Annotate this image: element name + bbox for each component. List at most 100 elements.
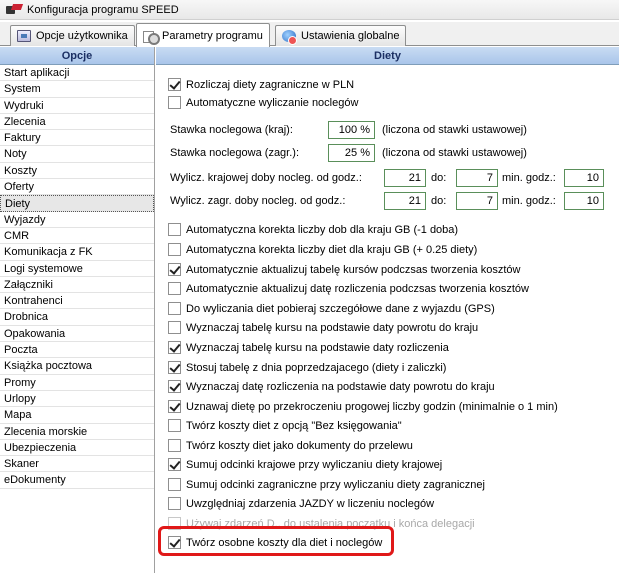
check-korekta-dob-gb[interactable]: Automatyczna korekta liczby dob dla kraj… xyxy=(168,221,458,238)
check-dokumenty-przelewu[interactable]: Twórz koszty diet jako dokumenty do prze… xyxy=(168,437,413,454)
checkbox[interactable] xyxy=(168,282,181,295)
doba-kraj-do-label: do: xyxy=(431,172,447,184)
stawka-kraj-label: Stawka noclegowa (kraj): xyxy=(170,124,293,136)
checkbox[interactable] xyxy=(168,380,181,393)
sidebar-item[interactable]: Urlopy xyxy=(0,391,154,408)
check-data-rozliczenia-powrot[interactable]: Wyznaczaj datę rozliczenia na podstawie … xyxy=(168,378,495,395)
doba-kraj-min-input[interactable]: 10 xyxy=(564,169,604,187)
checkbox-label: Rozliczaj diety zagraniczne w PLN xyxy=(186,78,355,91)
checkbox[interactable] xyxy=(168,302,181,315)
sidebar-item[interactable]: Książka pocztowa xyxy=(0,358,154,375)
sidebar-item[interactable]: Załączniki xyxy=(0,277,154,294)
checkbox-label: Automatycznie aktualizuj datę rozliczeni… xyxy=(186,282,529,295)
checkbox-label: Wyznaczaj datę rozliczenia na podstawie … xyxy=(186,380,495,393)
check-aktualizuj-date-rozliczenia[interactable]: Automatycznie aktualizuj datę rozliczeni… xyxy=(168,280,529,297)
checkbox[interactable] xyxy=(168,458,181,471)
stawka-zagr-input[interactable]: 25 % xyxy=(328,144,375,162)
doba-kraj-to-input[interactable]: 7 xyxy=(456,169,498,187)
checkbox[interactable] xyxy=(168,263,181,276)
sidebar-item[interactable]: System xyxy=(0,81,154,98)
sidebar-item[interactable]: Drobnica xyxy=(0,309,154,326)
doba-kraj-label: Wylicz. krajowej doby nocleg. od godz.: xyxy=(170,172,362,184)
doba-zagr-to-input[interactable]: 7 xyxy=(456,192,498,210)
tab-ustawienia-globalne[interactable]: Ustawienia globalne xyxy=(275,25,407,46)
check-dane-gps[interactable]: Do wyliczania diet pobieraj szczegółowe … xyxy=(168,300,495,317)
checkbox[interactable] xyxy=(168,419,181,432)
check-tabela-dnia-poprzedzajacego[interactable]: Stosuj tabelę z dnia poprzedzajacego (di… xyxy=(168,359,446,376)
sidebar-item[interactable]: Skaner xyxy=(0,456,154,473)
checkbox-label: Automatyczne wyliczanie noclegów xyxy=(186,96,359,109)
sidebar-item[interactable]: Ubezpieczenia xyxy=(0,440,154,457)
sidebar-item[interactable]: Poczta xyxy=(0,342,154,359)
checkbox-label: Stosuj tabelę z dnia poprzedzajacego (di… xyxy=(186,361,447,374)
check-sumuj-zagraniczne[interactable]: Sumuj odcinki zagraniczne przy wyliczani… xyxy=(168,476,485,493)
sidebar-item[interactable]: Start aplikacji xyxy=(0,65,154,82)
tab-strip: Opcje użytkownika Parametry programu Ust… xyxy=(0,22,619,47)
checkbox-label: Uznawaj dietę po przekroczeniu progowej … xyxy=(186,400,558,413)
doba-zagr-min-input[interactable]: 10 xyxy=(564,192,604,210)
options-list: Start aplikacji System Wydruki Zlecenia … xyxy=(0,65,154,489)
sidebar-item[interactable]: Zlecenia xyxy=(0,114,154,131)
parameters-icon xyxy=(143,30,160,45)
checkbox[interactable] xyxy=(168,439,181,452)
checkbox-label: Sumuj odcinki krajowe przy wyliczaniu di… xyxy=(186,458,443,471)
sidebar-item[interactable]: Oferty xyxy=(0,179,154,196)
checkbox[interactable] xyxy=(168,96,181,109)
panel-title: Diety xyxy=(156,47,619,65)
stawka-zagr-note: (liczona od stawki ustawowej) xyxy=(382,147,527,159)
check-kurs-data-rozliczenia[interactable]: Wyznaczaj tabelę kursu na podstawie daty… xyxy=(168,339,449,356)
sidebar-item[interactable]: eDokumenty xyxy=(0,472,154,489)
sidebar-item-selected[interactable]: Diety xyxy=(0,195,154,212)
sidebar-item[interactable]: Zlecenia morskie xyxy=(0,424,154,440)
check-rozliczaj-pln[interactable]: Rozliczaj diety zagraniczne w PLN xyxy=(168,76,354,93)
sidebar-item[interactable]: Mapa xyxy=(0,407,154,424)
tab-label: Parametry programu xyxy=(162,29,263,42)
sidebar-item[interactable]: Noty xyxy=(0,146,154,163)
checkbox[interactable] xyxy=(168,243,181,256)
checkbox[interactable] xyxy=(168,78,181,91)
tab-parametry-programu[interactable]: Parametry programu xyxy=(136,23,270,47)
checkbox-label: Automatyczna korekta liczby diet dla kra… xyxy=(186,243,478,256)
check-korekta-diet-gb[interactable]: Automatyczna korekta liczby diet dla kra… xyxy=(168,241,477,258)
sidebar-item[interactable]: Wydruki xyxy=(0,98,154,114)
check-auto-noclegi[interactable]: Automatyczne wyliczanie noclegów xyxy=(168,94,358,111)
check-zdarzenia-jazdy[interactable]: Uwzględniaj zdarzenia JAZDY w liczeniu n… xyxy=(168,495,434,512)
sidebar-item[interactable]: Kontrahenci xyxy=(0,293,154,310)
sidebar-item[interactable]: Koszty xyxy=(0,163,154,180)
checkbox-label: Wyznaczaj tabelę kursu na podstawie daty… xyxy=(186,321,479,334)
doba-zagr-do-label: do: xyxy=(431,195,447,207)
stawka-zagr-label: Stawka noclegowa (zagr.): xyxy=(170,147,300,159)
diety-settings-panel: Diety Rozliczaj diety zagraniczne w PLN … xyxy=(156,47,619,573)
doba-kraj-from-input[interactable]: 21 xyxy=(384,169,426,187)
checkbox-label: Uwzględniaj zdarzenia JAZDY w liczeniu n… xyxy=(186,497,435,510)
checkbox[interactable] xyxy=(168,400,181,413)
check-sumuj-krajowe[interactable]: Sumuj odcinki krajowe przy wyliczaniu di… xyxy=(168,456,442,473)
sidebar-item[interactable]: Logi systemowe xyxy=(0,261,154,277)
doba-kraj-min-label: min. godz.: xyxy=(502,172,556,184)
check-kurs-data-powrotu[interactable]: Wyznaczaj tabelę kursu na podstawie daty… xyxy=(168,319,478,336)
sidebar-item[interactable]: Wyjazdy xyxy=(0,212,154,228)
tab-opcje-uzytkownika[interactable]: Opcje użytkownika xyxy=(10,25,135,46)
sidebar-item[interactable]: Promy xyxy=(0,375,154,391)
checkbox-label: Twórz koszty diet jako dokumenty do prze… xyxy=(186,439,413,452)
sidebar-item[interactable]: Komunikacja z FK xyxy=(0,244,154,261)
sidebar-item[interactable]: Opakowania xyxy=(0,326,154,343)
checkbox[interactable] xyxy=(168,497,181,510)
check-aktualizuj-tabele-kursow[interactable]: Automatycznie aktualizuj tabelę kursów p… xyxy=(168,261,520,278)
checkbox-label: Automatycznie aktualizuj tabelę kursów p… xyxy=(186,263,521,276)
highlight-annotation xyxy=(158,526,394,556)
checkbox[interactable] xyxy=(168,478,181,491)
check-uznawaj-diete[interactable]: Uznawaj dietę po przekroczeniu progowej … xyxy=(168,398,558,415)
check-bez-ksiegowania[interactable]: Twórz koszty diet z opcją "Bez księgowan… xyxy=(168,417,402,434)
sidebar-item[interactable]: CMR xyxy=(0,228,154,245)
checkbox[interactable] xyxy=(168,321,181,334)
sidebar-item[interactable]: Faktury xyxy=(0,130,154,147)
checkbox[interactable] xyxy=(168,361,181,374)
options-sidebar: Opcje Start aplikacji System Wydruki Zle… xyxy=(0,47,155,573)
checkbox[interactable] xyxy=(168,223,181,236)
doba-zagr-from-input[interactable]: 21 xyxy=(384,192,426,210)
stawka-kraj-note: (liczona od stawki ustawowej) xyxy=(382,124,527,136)
stawka-kraj-input[interactable]: 100 % xyxy=(328,121,375,139)
checkbox[interactable] xyxy=(168,341,181,354)
title-bar: Konfiguracja programu SPEED xyxy=(0,0,619,20)
